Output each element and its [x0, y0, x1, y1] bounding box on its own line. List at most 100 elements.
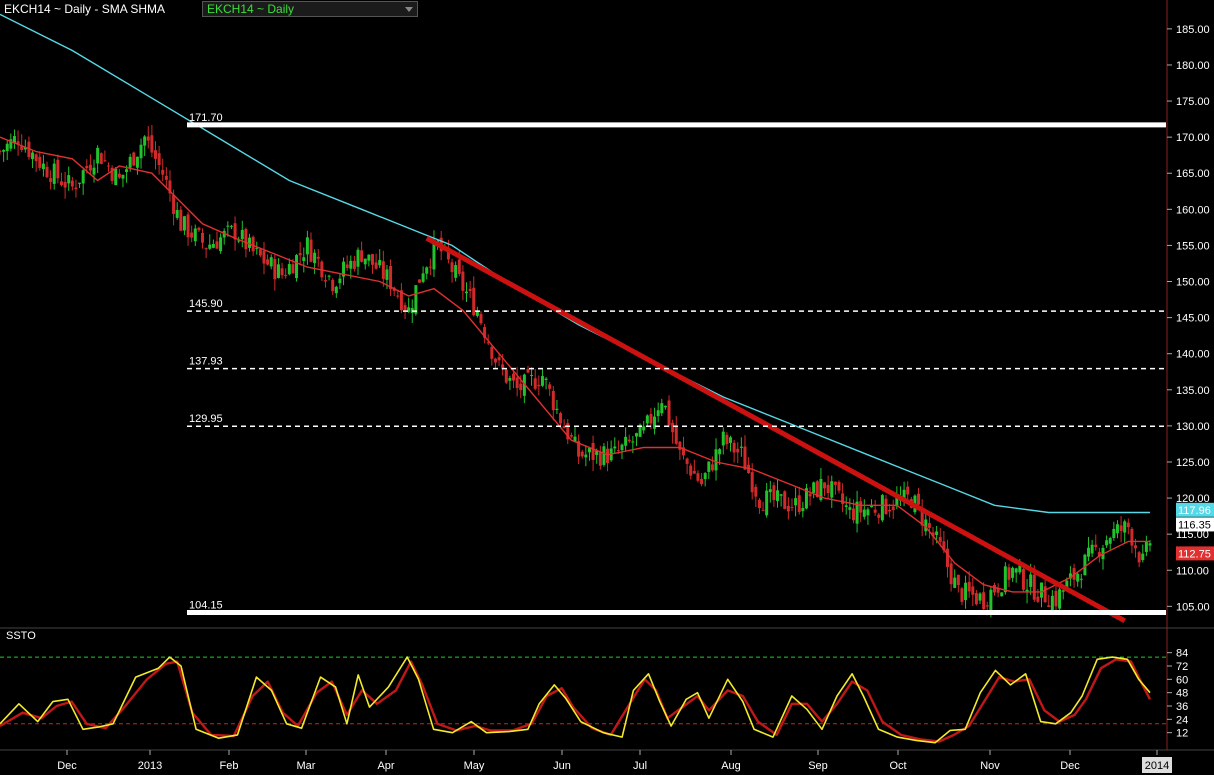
- candle-body: [634, 433, 638, 437]
- candle-body: [526, 369, 530, 373]
- candle-body: [193, 228, 197, 242]
- candle-body: [0, 150, 2, 152]
- candle-body: [154, 150, 158, 159]
- candle-body: [512, 373, 516, 381]
- candle-body: [750, 472, 754, 493]
- candle-body: [414, 285, 418, 314]
- candle-body: [425, 267, 429, 274]
- candle-body: [215, 241, 219, 249]
- candle-body: [450, 262, 454, 273]
- time-tick-label: Jul: [633, 760, 647, 772]
- candle-body: [323, 280, 327, 282]
- candle-body: [692, 470, 696, 474]
- candle-body: [201, 233, 205, 243]
- candle-body: [370, 254, 374, 265]
- candle-body: [1119, 525, 1123, 531]
- candle-body: [844, 505, 848, 508]
- candle-body: [794, 498, 798, 506]
- level-label: 129.95: [189, 413, 223, 425]
- candle-body: [41, 163, 45, 170]
- candle-body: [88, 164, 92, 171]
- candle-body: [725, 434, 729, 445]
- candle-body: [1076, 573, 1080, 582]
- candle-body: [757, 499, 761, 508]
- candle-body: [5, 143, 9, 152]
- chart-canvas[interactable]: 171.70 145.90 137.93 129.95 104.15 185.00 180…: [0, 0, 1214, 775]
- candle-body: [179, 209, 183, 231]
- symbol-dropdown[interactable]: EKCH14 ~ Daily: [202, 1, 418, 17]
- candle-body: [656, 410, 660, 417]
- stoch-tick-label: 72: [1176, 661, 1188, 673]
- candle-body: [533, 378, 537, 389]
- price-badge-label: 112.75: [1178, 548, 1211, 560]
- candle-body: [891, 506, 895, 511]
- candle-body: [978, 593, 982, 601]
- candle-body: [1087, 547, 1091, 557]
- price-pane: 171.70 145.90 137.93 129.95 104.15: [0, 13, 1166, 623]
- candle-body: [674, 426, 678, 444]
- candle-body: [790, 507, 794, 509]
- candle-body: [801, 508, 805, 512]
- candle-body: [273, 258, 277, 280]
- candle-body: [295, 255, 299, 279]
- candle-body: [540, 376, 544, 386]
- candle-body: [884, 498, 888, 515]
- candle-body: [302, 257, 306, 261]
- candle-body: [150, 135, 154, 153]
- stoch-tick-label: 84: [1176, 648, 1188, 660]
- candle-body: [363, 258, 367, 265]
- stoch-tick-label: 48: [1176, 688, 1188, 700]
- candle-body: [945, 548, 949, 567]
- trendline: [425, 236, 1126, 623]
- candle-body: [671, 422, 675, 433]
- candle-body: [866, 509, 870, 516]
- candle-body: [812, 482, 816, 493]
- candle-body: [508, 377, 512, 381]
- stoch-tick-label: 60: [1176, 674, 1188, 686]
- candle-body: [139, 144, 143, 159]
- price-tick-label: 150.00: [1176, 277, 1210, 289]
- candle-body: [971, 586, 975, 595]
- candle-body: [779, 494, 783, 496]
- candle-body: [992, 584, 996, 593]
- price-badge-label: 116.35: [1178, 519, 1211, 531]
- candle-body: [248, 237, 252, 248]
- time-tick-label: Mar: [297, 760, 316, 772]
- price-tick-label: 140.00: [1176, 349, 1210, 361]
- candle-body: [157, 153, 161, 165]
- candle-body: [761, 509, 765, 511]
- candle-body: [31, 152, 35, 160]
- candle-body: [52, 163, 56, 184]
- candle-body: [461, 271, 465, 291]
- candle-body: [352, 260, 356, 269]
- candle-body: [1148, 543, 1152, 546]
- candle-body: [309, 239, 313, 262]
- candle-body: [146, 136, 150, 141]
- candle-body: [244, 228, 248, 250]
- candle-body: [1123, 521, 1127, 533]
- candle-body: [982, 592, 986, 610]
- candle-body: [74, 187, 78, 190]
- candle-body: [776, 490, 780, 501]
- candle-body: [826, 484, 830, 493]
- candle-body: [287, 264, 291, 275]
- candle-body: [877, 514, 881, 518]
- candle-body: [1054, 590, 1058, 607]
- level-label: 104.15: [189, 599, 223, 611]
- candle-body: [1021, 569, 1025, 590]
- candle-body: [1058, 589, 1062, 609]
- candle-body: [851, 508, 855, 521]
- candle-body: [1108, 538, 1112, 544]
- candle-body: [172, 194, 176, 214]
- candle-body: [360, 250, 364, 262]
- candle-body: [497, 357, 501, 361]
- candle-body: [833, 481, 837, 485]
- candle-body: [472, 287, 476, 316]
- candle-body: [56, 159, 60, 179]
- candle-body: [197, 227, 201, 231]
- price-tick-label: 165.00: [1176, 168, 1210, 180]
- candle-body: [598, 452, 602, 466]
- candle-body: [783, 491, 787, 509]
- candle-body: [457, 259, 461, 274]
- time-tick-label: Aug: [721, 760, 741, 772]
